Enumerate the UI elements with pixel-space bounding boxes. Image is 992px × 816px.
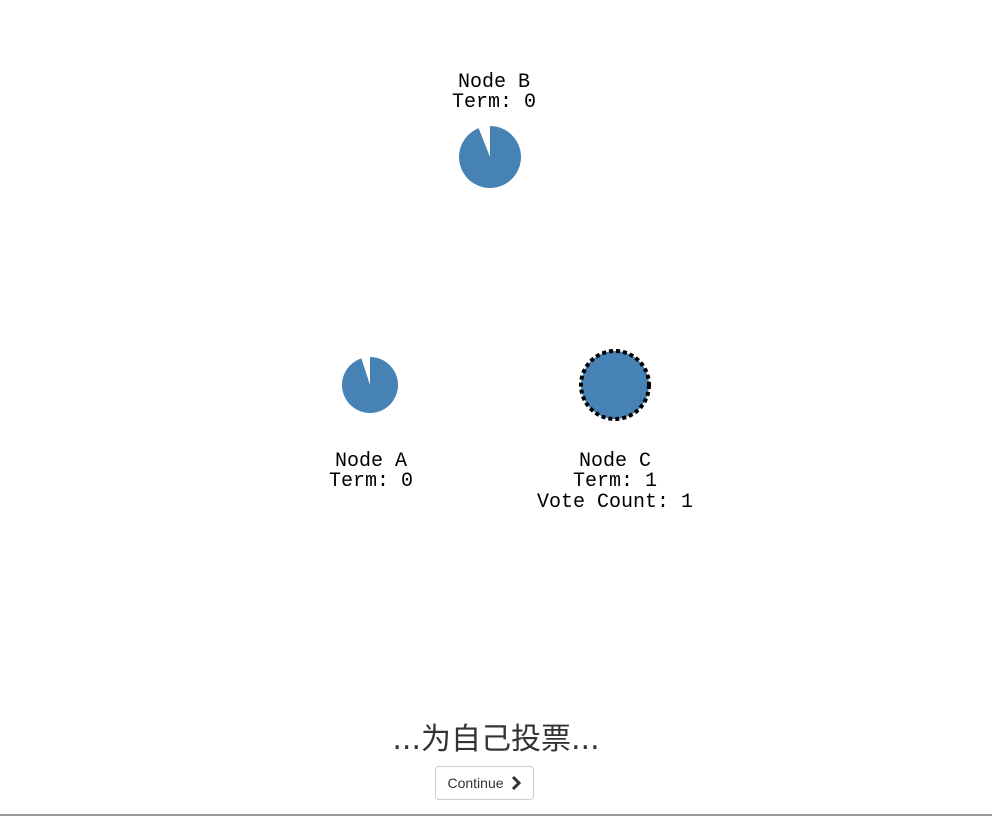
node-c-vote-count: Vote Count: 1 <box>537 491 693 514</box>
node-a-term: Term: 0 <box>329 470 413 493</box>
continue-label: Continue <box>447 775 504 791</box>
continue-button[interactable]: Continue <box>435 766 534 800</box>
node-a: Node A Term: 0 <box>329 357 413 493</box>
chevron-right-icon <box>511 776 521 790</box>
node-c-term: Term: 1 <box>573 470 657 493</box>
node-b-circle <box>459 126 521 188</box>
node-b-term: Term: 0 <box>452 91 536 114</box>
node-a-circle <box>342 357 399 414</box>
raft-visualization: Node B Term: 0 Node A Term: 0 Node C Ter… <box>0 0 992 816</box>
node-c: Node C Term: 1 Vote Count: 1 <box>537 349 693 514</box>
step-caption: ...为自己投票... <box>392 722 600 757</box>
node-b: Node B Term: 0 <box>452 71 536 188</box>
cluster-diagram: Node B Term: 0 Node A Term: 0 Node C Ter… <box>329 71 693 514</box>
